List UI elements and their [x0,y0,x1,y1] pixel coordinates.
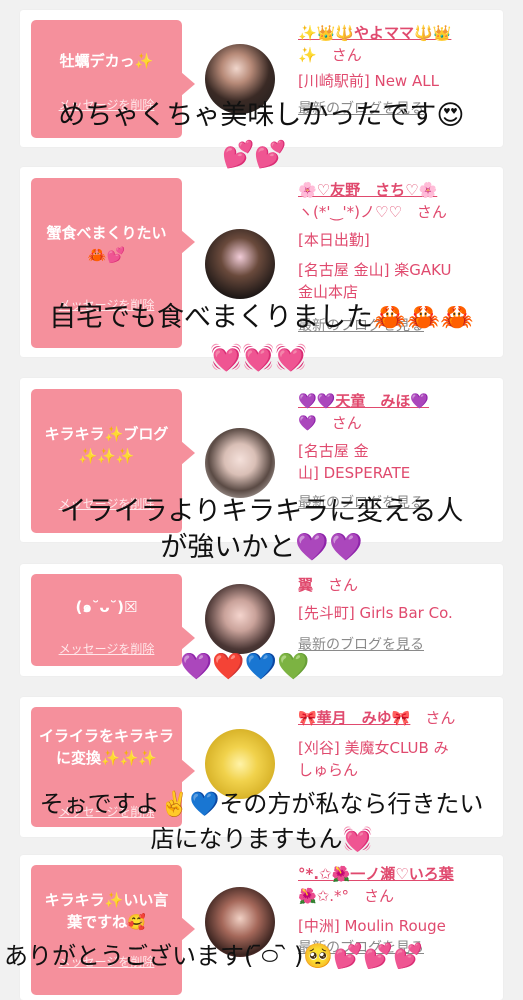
honorific: さん [331,414,362,432]
overlay-caption: めちゃくちゃ美味しかったです😍 [58,100,465,131]
overlay-caption: イライラよりキラキラに変える人 [59,496,464,527]
overlay-hearts: 💓💓💓 [210,343,308,373]
overlay-caption: そぉですよ✌️💙その方が私なら行きたい [39,790,484,818]
overlay-hearts: 💜❤️💙💚 [180,652,310,682]
profile-name-extra: ✨ [298,46,317,64]
shop-line: [本日出勤] [298,231,370,249]
honorific: さん [425,709,456,727]
bubble-message: イライラをキラキラに変換✨✨✨ [39,727,175,767]
profile-name-link[interactable]: 🌸♡友野 さち♡🌸 [298,181,437,199]
honorific: さん [416,203,447,221]
shop-line: [名古屋 金 [298,442,369,460]
profile-info: 🎀華月 みゆ🎀 さん [刈谷] 美魔女CLUB み しゅらん [298,707,498,781]
profile-name-link[interactable]: ✨👑🔱やよママ🔱👑 [298,24,451,42]
overlay-caption: 店になりますもん💓 [150,825,373,853]
overlay-hearts: 💕💕 [222,140,287,170]
profile-name-extra: ヽ(*'‿'*)ノ♡♡ [298,203,402,221]
shop-line: [名古屋 金山] 楽GAKU [298,261,452,279]
profile-name-extra: 🌺✩.*° [298,887,350,905]
bubble-message: キラキラ✨いい言葉ですね🥰 [44,891,169,931]
honorific: さん [364,887,395,905]
profile-name-link[interactable]: 💜💜天童 みほ💜 [298,392,429,410]
bubble-message: キラキラ✨ブログ✨✨✨ [44,425,169,465]
bubble-message: 牡蠣デカっ✨ [59,52,154,70]
avatar[interactable] [205,584,275,654]
message-bubble: キラキラ✨いい言葉ですね🥰 メッセージを削除 [31,865,195,995]
profile-name-link[interactable]: 🎀華月 みゆ🎀 [298,709,410,727]
bubble-message: (๑˘ᴗ˘)☒ [75,598,138,616]
latest-blog-link[interactable]: 最新のブログを見る [298,634,498,656]
honorific: さん [331,46,362,64]
shop-line: [中洲] Moulin Rouge [298,917,446,935]
shop-line: [刈谷] 美魔女CLUB み [298,739,449,757]
overlay-caption: ありがとうございます( ᷇࿀ ᷆ )🥺💕💕💕 [4,942,423,970]
bubble-message: 蟹食べまくりたい🦀💕 [46,224,167,264]
overlay-caption: が強いかと💜💜 [160,532,363,563]
message-card: キラキラ✨いい言葉ですね🥰 メッセージを削除 °*.✩🌺一ノ瀬♡いろ葉 🌺✩.*… [20,855,503,1000]
shop-line: 山] DESPERATE [298,464,411,482]
profile-name-extra: 💜 [298,414,317,432]
delete-message-link[interactable]: メッセージを削除 [31,640,182,657]
overlay-caption: 自宅でも食べまくりました🦀🦀🦀 [49,302,474,333]
shop-line: [川崎駅前] New ALL [298,72,439,90]
profile-name-link[interactable]: °*.✩🌺一ノ瀬♡いろ葉 [298,865,454,883]
avatar[interactable] [205,428,275,498]
profile-name-link[interactable]: 翼 [298,576,313,594]
shop-line: [先斗町] Girls Bar Co. [298,604,453,622]
message-bubble: (๑˘ᴗ˘)☒ メッセージを削除 [31,574,195,666]
honorific: さん [328,576,359,594]
avatar[interactable] [205,229,275,299]
shop-line: しゅらん [298,761,359,779]
profile-info: 翼 さん [先斗町] Girls Bar Co. 最新のブログを見る [298,574,498,656]
